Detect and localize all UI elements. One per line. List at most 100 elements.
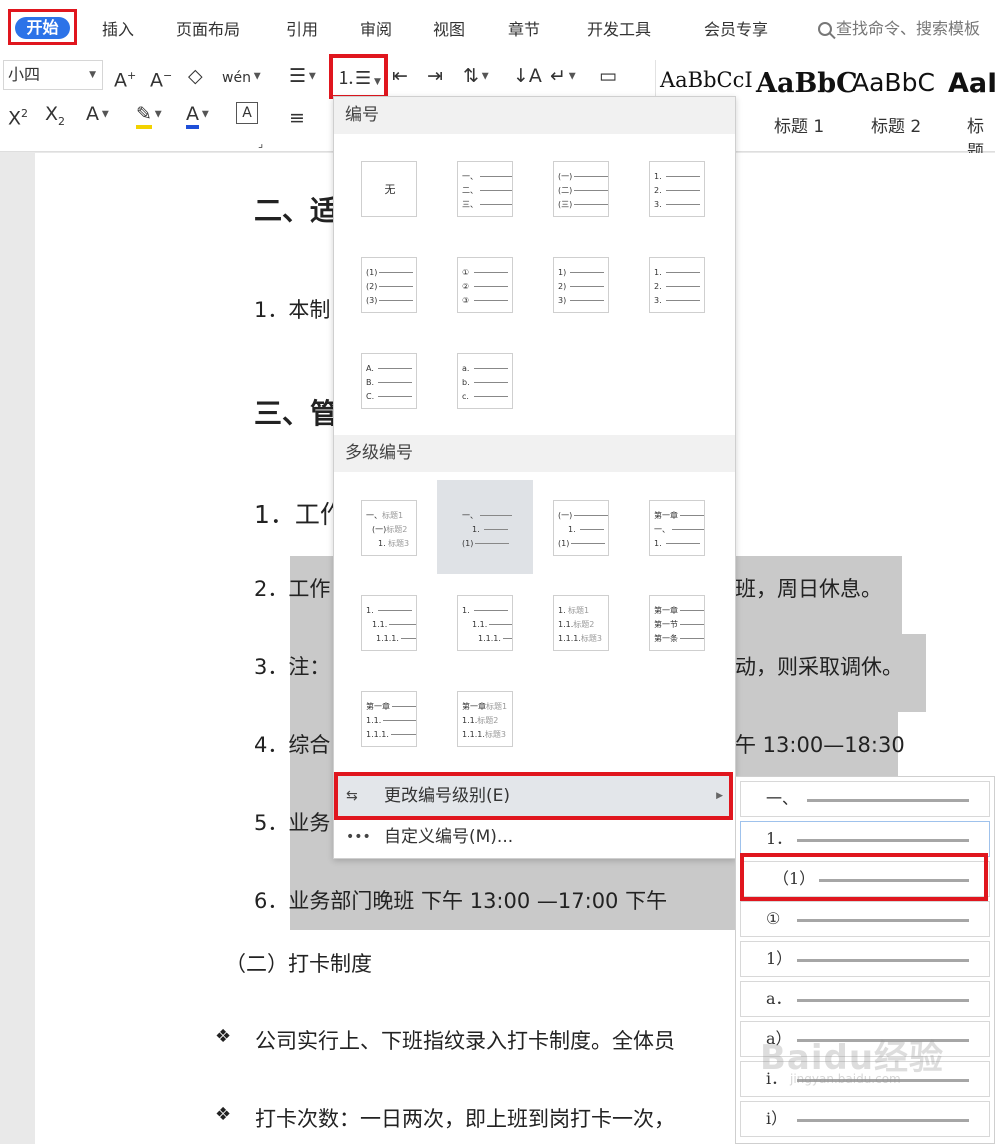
level-option-4[interactable]: ① bbox=[740, 901, 990, 937]
tab-member[interactable]: 会员专享 bbox=[704, 16, 768, 40]
thumb-number: 3) bbox=[558, 296, 567, 305]
thumb-row: 一、 bbox=[462, 511, 512, 521]
numbering-option-1[interactable]: 一、 二、 三、 bbox=[457, 161, 513, 217]
level-option-1[interactable]: 一、 bbox=[740, 781, 990, 817]
style-sample-normal[interactable]: AaBbCcI bbox=[660, 68, 753, 92]
thumb-line bbox=[574, 204, 608, 205]
thumb-row: 1. bbox=[568, 525, 608, 535]
ruler-icon[interactable]: ▭ bbox=[599, 64, 617, 88]
paragraph-mark-icon[interactable]: ↵ ▼ bbox=[550, 64, 576, 89]
shrink-font-icon[interactable]: A− bbox=[150, 64, 172, 92]
numbering-option-4[interactable]: (1) (2) (3) bbox=[361, 257, 417, 313]
multilevel-option-2[interactable]: 一、 1. (1) bbox=[457, 500, 513, 556]
superscript-icon[interactable]: X2 bbox=[8, 102, 28, 130]
style-sample-heading3[interactable]: AaI bbox=[948, 68, 995, 99]
level-option-5[interactable]: 1） bbox=[740, 941, 990, 977]
thumb-number: 1.1. bbox=[558, 620, 574, 629]
multilevel-option-1[interactable]: 一、标题1 (一)标题2 1. 标题3 bbox=[361, 500, 417, 556]
level-option-2[interactable]: 1． bbox=[740, 821, 990, 857]
numbering-none-option[interactable]: 无 bbox=[361, 161, 417, 217]
thumb-row: (1) bbox=[366, 268, 414, 278]
tab-developer[interactable]: 开发工具 bbox=[587, 16, 651, 40]
thumb-number: 1. bbox=[568, 525, 576, 534]
highlight-icon[interactable]: ✎ ▼ bbox=[136, 102, 162, 129]
font-size-select[interactable]: 小四 ▼ bbox=[3, 60, 103, 90]
thumb-number: (3) bbox=[366, 296, 378, 305]
level-line bbox=[807, 799, 969, 802]
char-border-icon[interactable]: A bbox=[236, 102, 258, 124]
level-option-9[interactable]: i） bbox=[740, 1101, 990, 1137]
thumb-number: 1. bbox=[654, 539, 662, 548]
align-left-icon[interactable]: ≡ bbox=[289, 106, 305, 130]
thumb-line bbox=[666, 272, 700, 273]
change-level-item[interactable]: ⇆ 更改编号级别(E) ▶ bbox=[334, 772, 733, 820]
multilevel-option-6[interactable]: 1. 1.1. 1.1.1. bbox=[457, 595, 513, 651]
thumb-line bbox=[666, 204, 700, 205]
thumb-number: (一) bbox=[558, 511, 573, 520]
thumb-row: 第一章 bbox=[654, 606, 704, 616]
tab-review[interactable]: 审阅 bbox=[360, 16, 392, 40]
tab-view[interactable]: 视图 bbox=[433, 16, 465, 40]
numbering-option-3[interactable]: 1. 2. 3. bbox=[649, 161, 705, 217]
tab-chapter[interactable]: 章节 bbox=[508, 16, 540, 40]
tab-references[interactable]: 引用 bbox=[286, 16, 318, 40]
numbering-option-6[interactable]: 1) 2) 3) bbox=[553, 257, 609, 313]
multilevel-option-9[interactable]: 第一章 1.1. 1.1.1. bbox=[361, 691, 417, 747]
multilevel-option-7[interactable]: 1. 标题1 1.1.标题2 1.1.1.标题3 bbox=[553, 595, 609, 651]
decrease-indent-icon[interactable]: ⇤ bbox=[392, 64, 408, 88]
level-submenu: 一、 1． （1） ① 1） a． a） i． i） bbox=[735, 776, 995, 1144]
level-number: i） bbox=[766, 1109, 788, 1128]
watermark-url: jingyan.baidu.com bbox=[790, 1072, 901, 1086]
thumb-number: b. bbox=[462, 378, 470, 387]
thumb-line bbox=[474, 368, 508, 369]
bullet-list-icon[interactable]: ☰ ▼ bbox=[289, 64, 316, 89]
thumb-row: 第一节 bbox=[654, 620, 704, 630]
thumb-row: (一) bbox=[558, 511, 608, 521]
numbering-option-5[interactable]: ① ② ③ bbox=[457, 257, 513, 313]
command-search[interactable]: 查找命令、搜索模板 bbox=[818, 15, 980, 39]
level-option-6[interactable]: a． bbox=[740, 981, 990, 1017]
numbering-button[interactable]: ⒈☰ ▼ bbox=[337, 64, 381, 90]
numbering-dropdown: 编号 多级编号 无一、 二、 三、 (一) (二) (三) 1. 2. 3. (1) (2) (3) ①… bbox=[333, 96, 736, 859]
eraser-icon[interactable]: ◇ bbox=[188, 64, 203, 88]
line-spacing-icon[interactable]: ⇅ ▼ bbox=[463, 64, 489, 89]
thumb-line bbox=[389, 624, 416, 625]
thumb-line bbox=[680, 610, 704, 611]
thumb-line bbox=[666, 543, 700, 544]
none-label: 无 bbox=[384, 183, 396, 196]
font-color-icon[interactable]: A ▼ bbox=[186, 102, 209, 129]
thumb-row: 1. bbox=[366, 606, 414, 616]
pinyin-guide-button[interactable]: wén ▼ bbox=[222, 64, 261, 90]
subscript-icon[interactable]: X2 bbox=[45, 102, 65, 134]
thumb-row: (一)标题2 bbox=[372, 525, 416, 535]
numbering-option-2[interactable]: (一) (二) (三) bbox=[553, 161, 609, 217]
thumb-number: 1.1. bbox=[366, 716, 382, 725]
thumb-number: 1.1.1. bbox=[376, 634, 399, 643]
thumb-row: 2) bbox=[558, 282, 606, 292]
multilevel-option-5[interactable]: 1. 1.1. 1.1.1. bbox=[361, 595, 417, 651]
sort-icon[interactable]: ↓A bbox=[513, 64, 542, 88]
thumb-line bbox=[390, 734, 416, 735]
numbering-option-8[interactable]: A. B. C. bbox=[361, 353, 417, 409]
tab-start[interactable]: 开始 bbox=[15, 17, 70, 39]
multilevel-option-8[interactable]: 第一章 第一节 第一条 bbox=[649, 595, 705, 651]
multilevel-option-10[interactable]: 第一章标题1 1.1.标题2 1.1.1.标题3 bbox=[457, 691, 513, 747]
style-sample-heading1[interactable]: AaBbC bbox=[756, 68, 858, 99]
thumb-line bbox=[571, 543, 606, 544]
grow-font-icon[interactable]: A+ bbox=[114, 64, 136, 92]
thumb-number: 第一节 bbox=[654, 620, 678, 629]
style-sample-heading2[interactable]: AaBbC bbox=[852, 68, 935, 97]
numbering-option-9[interactable]: a. b. c. bbox=[457, 353, 513, 409]
custom-numbering-item[interactable]: ••• 自定义编号(M)... bbox=[334, 818, 735, 856]
doc-heading: 二、适 bbox=[254, 194, 339, 227]
text-effect-icon[interactable]: A ▼ bbox=[86, 102, 109, 127]
thumb-row: c. bbox=[462, 392, 510, 402]
multilevel-option-3[interactable]: (一) 1. (1) bbox=[553, 500, 609, 556]
thumb-line bbox=[666, 300, 700, 301]
thumb-row: (二) bbox=[558, 186, 608, 196]
multilevel-option-4[interactable]: 第一章 一、 1. bbox=[649, 500, 705, 556]
numbering-option-7[interactable]: 1. 2. 3. bbox=[649, 257, 705, 313]
increase-indent-icon[interactable]: ⇥ bbox=[427, 64, 443, 88]
tab-page-layout[interactable]: 页面布局 bbox=[176, 16, 240, 40]
tab-insert[interactable]: 插入 bbox=[102, 16, 134, 40]
